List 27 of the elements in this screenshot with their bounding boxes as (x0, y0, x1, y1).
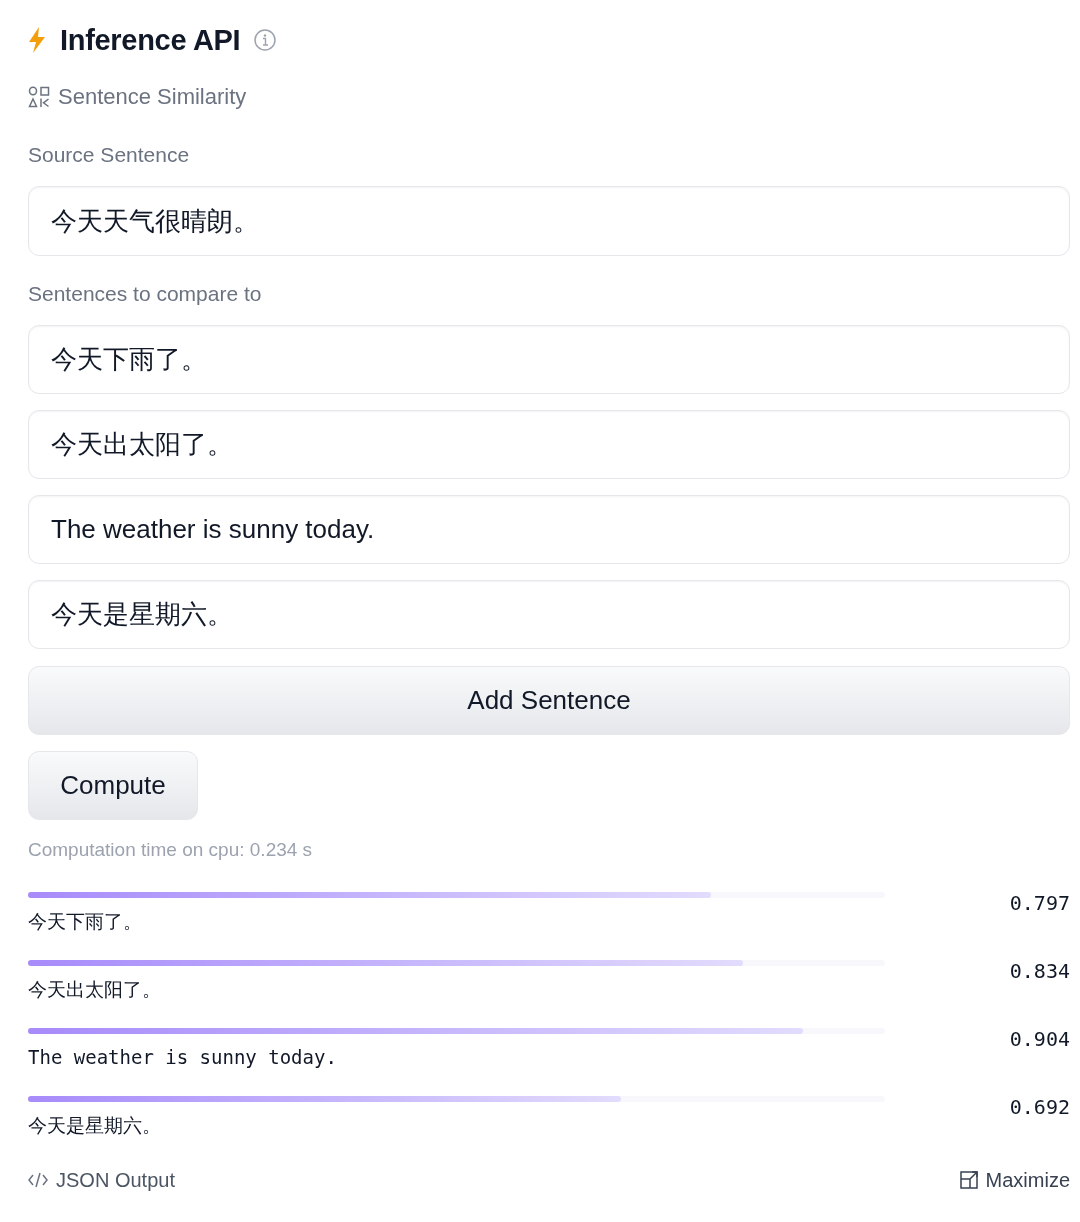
task-label: Sentence Similarity (58, 83, 247, 111)
result-sentence: 今天下雨了。 (28, 909, 142, 933)
compare-sentences-label: Sentences to compare to (28, 281, 262, 307)
json-output-link[interactable]: JSON Output (28, 1168, 175, 1192)
maximize-icon (959, 1171, 978, 1189)
code-icon (28, 1172, 48, 1188)
result-sentence: The weather is sunny today. (28, 1045, 337, 1069)
info-icon[interactable] (254, 29, 277, 51)
add-sentence-button[interactable]: Add Sentence (28, 666, 1070, 735)
result-sentence: 今天出太阳了。 (28, 977, 161, 1001)
compare-sentence-field[interactable]: 今天是星期六。 (28, 580, 1070, 649)
widget-title: Inference API (60, 23, 241, 58)
computation-time-text: Computation time on cpu: 0.234 s (28, 838, 313, 862)
source-sentence-field[interactable]: 今天天气很晴朗。 (28, 186, 1070, 256)
compare-sentence-field[interactable]: The weather is sunny today. (28, 495, 1070, 564)
similarity-score: 0.904 (1009, 1027, 1070, 1051)
compare-sentence-field[interactable]: 今天出太阳了。 (28, 410, 1070, 479)
maximize-link[interactable]: Maximize (959, 1168, 1070, 1192)
source-sentence-label: Source Sentence (28, 142, 190, 168)
lightning-bolt-icon (28, 27, 46, 53)
result-sentence: 今天是星期六。 (28, 1113, 161, 1137)
sentence-similarity-icon (28, 86, 50, 108)
similarity-score: 0.797 (1009, 891, 1070, 915)
similarity-score: 0.692 (1009, 1095, 1070, 1119)
compute-button[interactable]: Compute (28, 751, 198, 820)
compare-sentence-field[interactable]: 今天下雨了。 (28, 325, 1070, 394)
similarity-score: 0.834 (1009, 959, 1070, 983)
